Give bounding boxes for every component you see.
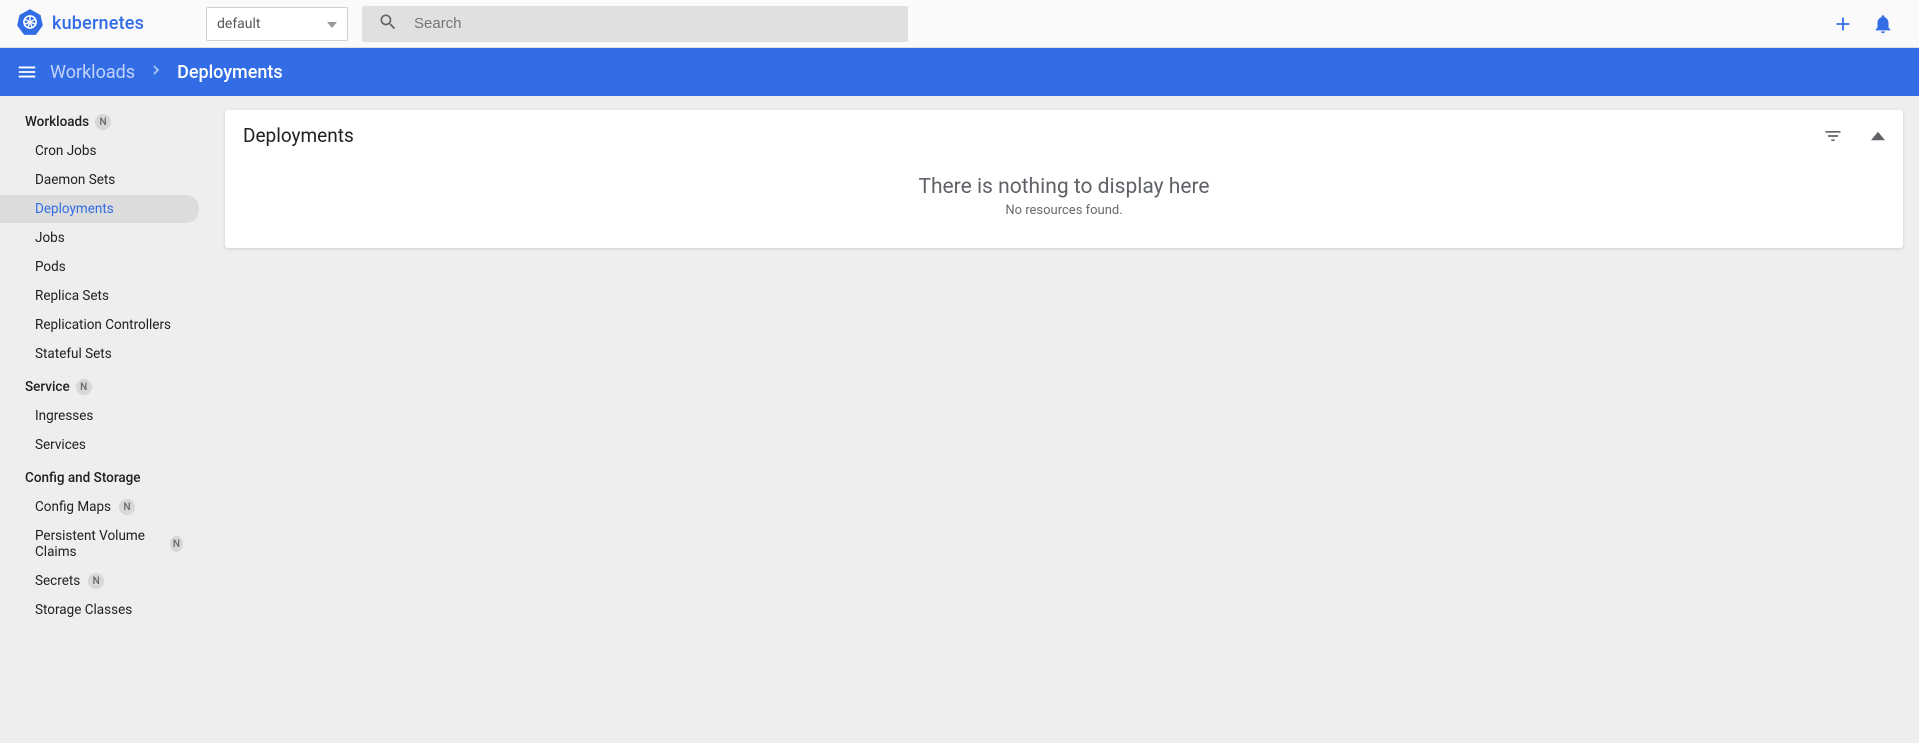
sidebar-section-workloads[interactable]: Workloads N	[0, 104, 225, 136]
sidebar-item-secrets[interactable]: Secrets N	[0, 567, 199, 595]
sidebar-item-replication-controllers[interactable]: Replication Controllers	[0, 311, 199, 339]
sidebar-item-label: Cron Jobs	[35, 143, 96, 159]
namespace-badge-icon: N	[76, 379, 92, 395]
caret-down-icon	[327, 16, 337, 32]
sidebar-item-ingresses[interactable]: Ingresses	[0, 402, 199, 430]
sidebar-item-daemon-sets[interactable]: Daemon Sets	[0, 166, 199, 194]
namespace-badge-icon: N	[119, 499, 135, 515]
brand[interactable]: kubernetes	[16, 8, 206, 40]
sidebar-section-config-and-storage[interactable]: Config and Storage	[0, 460, 225, 492]
sidebar-item-storage-classes[interactable]: Storage Classes	[0, 596, 199, 624]
sidebar-item-label: Persistent Volume Claims	[35, 528, 162, 560]
sidebar-item-deployments[interactable]: Deployments	[0, 195, 199, 223]
sidebar-item-label: Stateful Sets	[35, 346, 112, 362]
sidebar-item-jobs[interactable]: Jobs	[0, 224, 199, 252]
card-header: Deployments	[225, 110, 1903, 157]
main-area: Deployments There is nothing to display …	[225, 96, 1919, 743]
sidebar-item-label: Deployments	[35, 201, 114, 217]
card-body: There is nothing to display here No reso…	[225, 157, 1903, 248]
top-toolbar: kubernetes default	[0, 0, 1919, 48]
kubernetes-logo-icon	[16, 8, 44, 40]
collapse-icon[interactable]	[1871, 126, 1885, 146]
empty-state-title: There is nothing to display here	[918, 175, 1209, 199]
sidebar-section-title: Config and Storage	[25, 470, 141, 486]
sidebar-item-services[interactable]: Services	[0, 431, 199, 459]
card-title: Deployments	[243, 124, 1823, 147]
sidebar-item-label: Ingresses	[35, 408, 93, 424]
sidebar-item-label: Services	[35, 437, 86, 453]
sidebar-item-label: Storage Classes	[35, 602, 132, 618]
namespace-select[interactable]: default	[206, 7, 348, 41]
filter-icon[interactable]	[1823, 126, 1843, 146]
chevron-right-icon	[147, 61, 165, 83]
sidebar-item-pods[interactable]: Pods	[0, 253, 199, 281]
empty-state-subtitle: No resources found.	[1005, 203, 1122, 218]
sidebar-item-cron-jobs[interactable]: Cron Jobs	[0, 137, 199, 165]
sidebar-section-service[interactable]: Service N	[0, 369, 225, 401]
deployments-card: Deployments There is nothing to display …	[225, 110, 1903, 248]
sidebar-item-label: Daemon Sets	[35, 172, 115, 188]
namespace-selected: default	[217, 16, 261, 32]
menu-toggle-button[interactable]	[16, 61, 38, 83]
search-bar[interactable]	[362, 6, 908, 42]
sidebar-item-stateful-sets[interactable]: Stateful Sets	[0, 340, 199, 368]
namespace-badge-icon: N	[95, 114, 111, 130]
notifications-button[interactable]	[1863, 4, 1903, 44]
search-icon	[378, 12, 398, 36]
namespace-badge-icon: N	[88, 573, 104, 589]
breadcrumb-parent[interactable]: Workloads	[50, 62, 135, 83]
sidebar-section-title: Service	[25, 379, 70, 395]
sidebar-item-label: Config Maps	[35, 499, 111, 515]
sidebar-item-replica-sets[interactable]: Replica Sets	[0, 282, 199, 310]
sidebar: Workloads N Cron Jobs Daemon Sets Deployment…	[0, 96, 225, 743]
sidebar-item-label: Pods	[35, 259, 66, 275]
sidebar-item-config-maps[interactable]: Config Maps N	[0, 493, 199, 521]
sidebar-item-label: Jobs	[35, 230, 65, 246]
sidebar-item-label: Secrets	[35, 573, 80, 589]
breadcrumb-bar: Workloads Deployments	[0, 48, 1919, 96]
namespace-badge-icon: N	[170, 536, 183, 552]
search-input[interactable]	[414, 15, 892, 32]
sidebar-item-label: Replica Sets	[35, 288, 109, 304]
sidebar-section-title: Workloads	[25, 114, 89, 130]
breadcrumb-current: Deployments	[177, 62, 283, 83]
sidebar-item-persistent-volume-claims[interactable]: Persistent Volume Claims N	[0, 522, 199, 566]
brand-name: kubernetes	[52, 13, 144, 34]
sidebar-item-label: Replication Controllers	[35, 317, 171, 333]
create-button[interactable]	[1823, 4, 1863, 44]
